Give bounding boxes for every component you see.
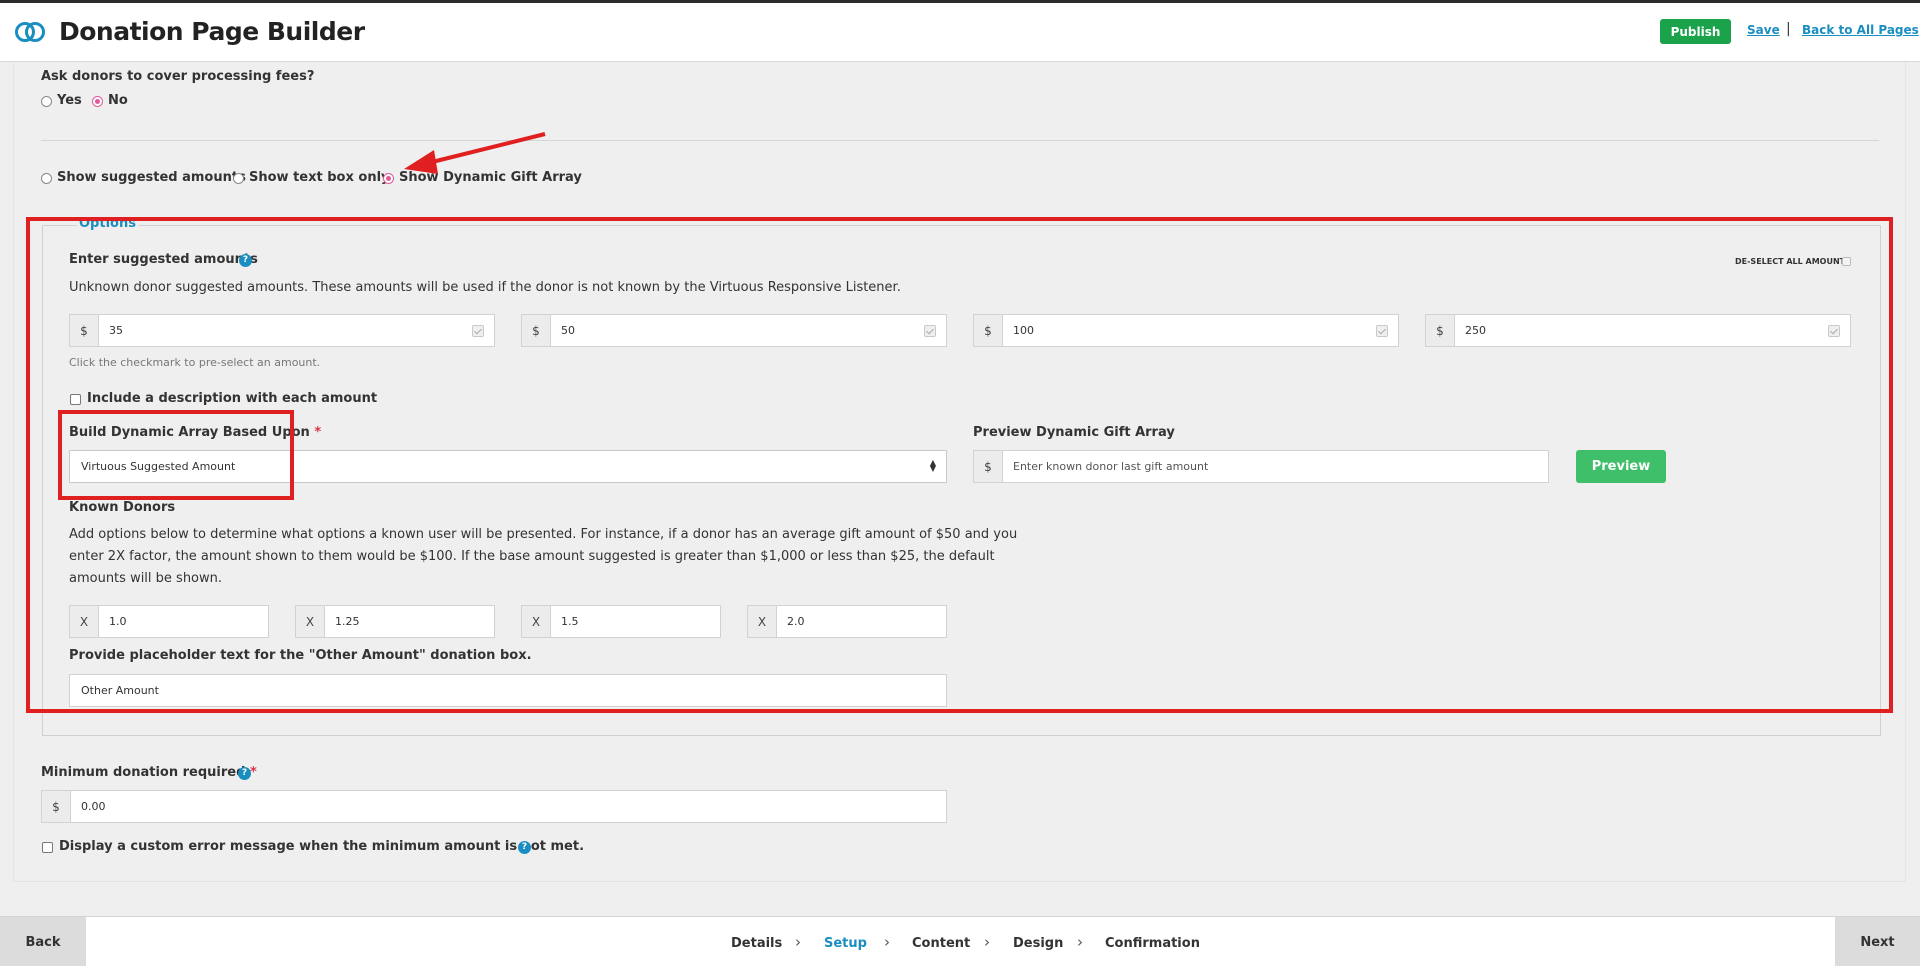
fees-no-radio[interactable] — [92, 96, 103, 107]
publish-button[interactable]: Publish — [1660, 19, 1731, 44]
save-link[interactable]: Save — [1747, 23, 1780, 37]
chevron-right-icon: › — [1077, 933, 1083, 951]
back-to-all-pages-link[interactable]: Back to All Pages — [1802, 23, 1919, 37]
virtuous-logo-icon — [15, 22, 45, 42]
chevron-right-icon: › — [795, 933, 801, 951]
minimum-donation-label: Minimum donation required * — [41, 765, 257, 780]
step-setup[interactable]: Setup — [824, 936, 867, 951]
annotation-arrow-icon — [404, 132, 546, 174]
show-textbox-label: Show text box only — [249, 170, 390, 185]
header-separator: | — [1786, 21, 1791, 37]
chevron-right-icon: › — [984, 933, 990, 951]
annotation-highlight-options — [26, 217, 1893, 713]
step-confirmation[interactable]: Confirmation — [1105, 936, 1200, 951]
section-divider — [41, 140, 1879, 141]
show-textbox-radio[interactable] — [233, 173, 244, 184]
wizard-footer: Back Details › Setup › Content › Design … — [0, 916, 1920, 966]
step-content[interactable]: Content — [912, 936, 970, 951]
fees-yes-radio[interactable] — [41, 96, 52, 107]
show-dynamic-array-radio[interactable] — [383, 173, 394, 184]
back-button[interactable]: Back — [0, 917, 86, 966]
next-button[interactable]: Next — [1835, 917, 1920, 966]
processing-fees-question: Ask donors to cover processing fees? — [41, 69, 315, 84]
step-details[interactable]: Details — [731, 936, 782, 951]
step-design[interactable]: Design — [1013, 936, 1063, 951]
custom-error-label: Display a custom error message when the … — [59, 839, 585, 854]
show-suggested-label: Show suggested amounts — [57, 170, 246, 185]
show-suggested-radio[interactable] — [41, 173, 52, 184]
fees-yes-label: Yes — [57, 93, 82, 108]
annotation-highlight-build-array — [58, 410, 294, 500]
fees-no-label: No — [108, 93, 128, 108]
currency-addon: $ — [42, 791, 71, 822]
minimum-donation-group: $ 0.00 — [41, 790, 947, 823]
minimum-donation-input[interactable]: 0.00 — [71, 791, 946, 822]
custom-error-checkbox[interactable] — [42, 842, 53, 853]
minimum-donation-label-text: Minimum donation required — [41, 765, 246, 780]
chevron-right-icon: › — [884, 933, 890, 951]
question-circle-icon[interactable]: ? — [238, 767, 251, 780]
app-header: Donation Page Builder Publish Save | Bac… — [0, 3, 1920, 62]
question-circle-icon[interactable]: ? — [518, 841, 531, 854]
page-title: Donation Page Builder — [59, 17, 365, 46]
